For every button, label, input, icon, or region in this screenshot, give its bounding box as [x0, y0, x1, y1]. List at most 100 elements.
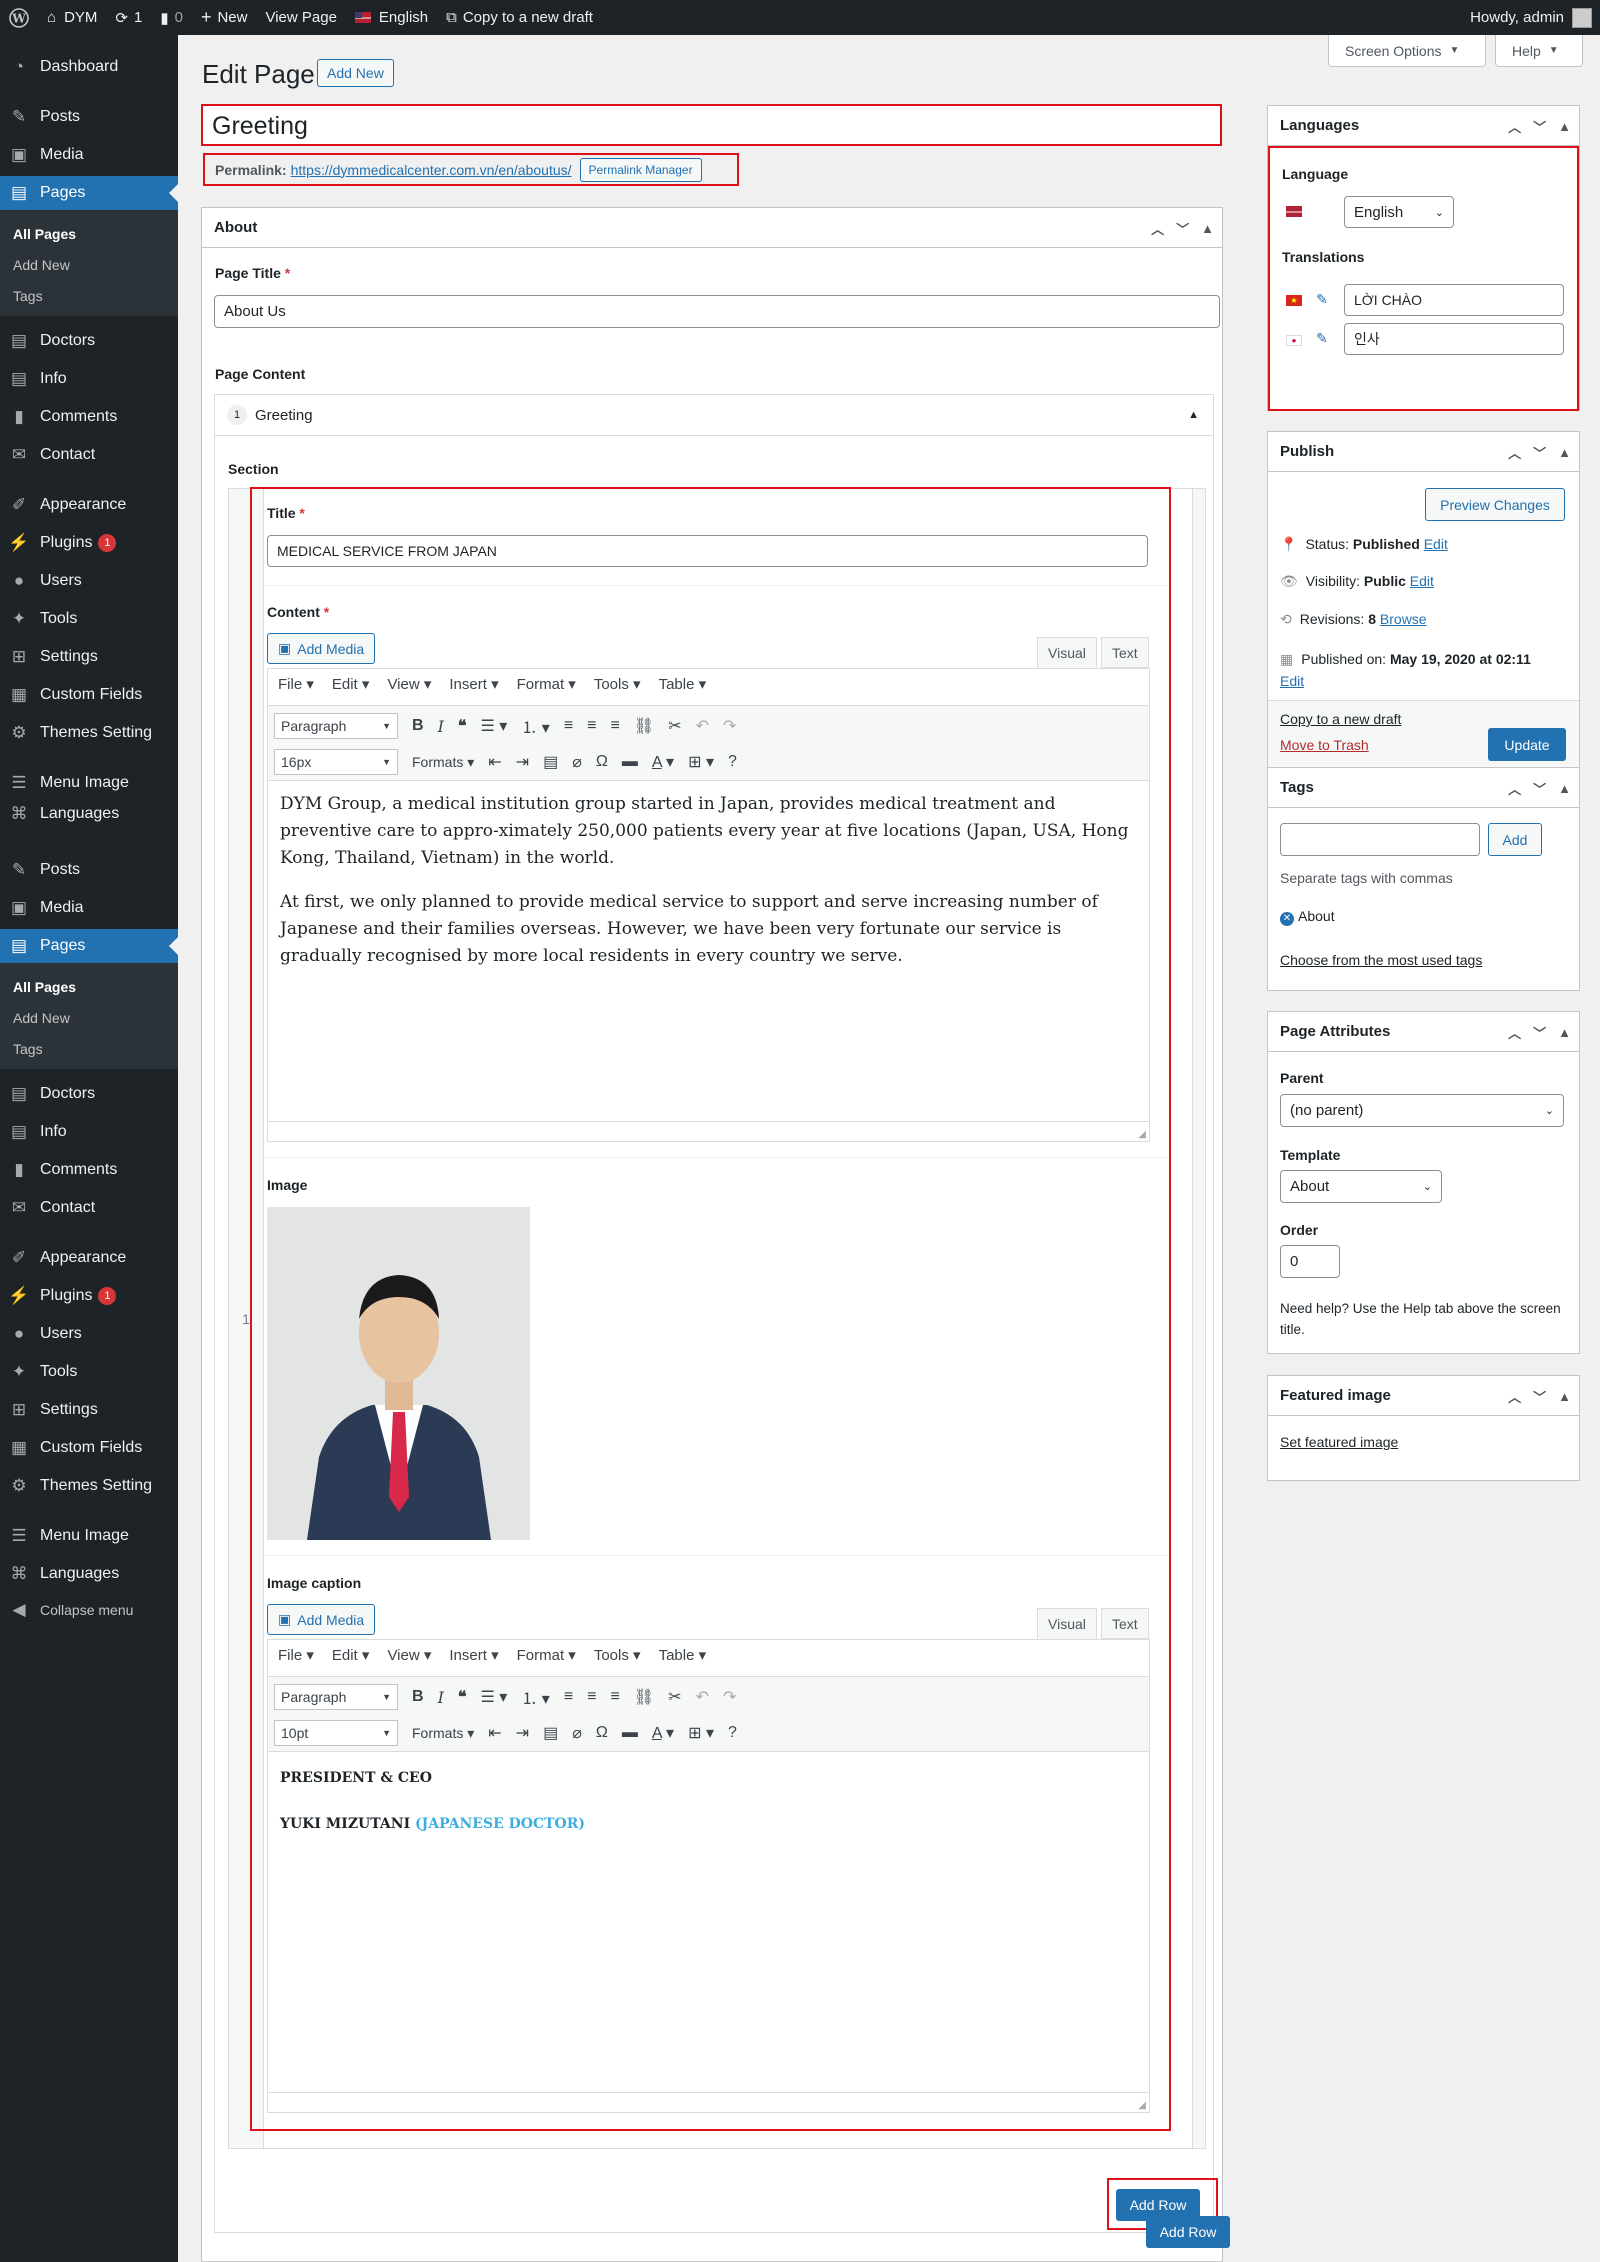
browse-revisions-link[interactable]: Browse: [1380, 611, 1427, 627]
bold-icon[interactable]: B: [412, 1688, 424, 1706]
link-icon[interactable]: ⛓: [634, 716, 654, 736]
chevron-up-icon[interactable]: ︿: [1151, 219, 1164, 238]
align-center-icon[interactable]: ≡: [587, 717, 596, 735]
menu-table[interactable]: Table ▾: [659, 1646, 707, 1664]
edit-date-link[interactable]: Edit: [1280, 673, 1304, 689]
redo-icon[interactable]: ↷: [723, 716, 736, 736]
toggle-triangle-icon[interactable]: ▲: [1558, 445, 1571, 460]
chevron-down-icon[interactable]: ﹀: [1533, 443, 1546, 462]
toggle-triangle-icon[interactable]: ▲: [1558, 1025, 1571, 1040]
hr-icon[interactable]: ▬: [622, 1724, 638, 1742]
toggle-triangle-icon[interactable]: ▲: [1201, 221, 1214, 236]
menu-menu-image[interactable]: ☰ Menu Image: [0, 766, 178, 800]
formats-dropdown[interactable]: Formats ▾: [412, 754, 474, 771]
submenu-tags[interactable]: Tags: [0, 1033, 178, 1064]
page-title-input[interactable]: About Us: [214, 295, 1220, 328]
chevron-up-icon[interactable]: ︿: [1508, 1387, 1521, 1406]
menu-pages-2[interactable]: ▤ Pages: [0, 929, 178, 963]
parent-select[interactable]: (no parent) ⌄: [1280, 1094, 1564, 1127]
help-tab[interactable]: Help ▼: [1495, 35, 1583, 67]
help-icon[interactable]: ?: [728, 1724, 737, 1742]
paste-icon[interactable]: ▤: [543, 1723, 558, 1743]
edit-status-link[interactable]: Edit: [1424, 536, 1448, 552]
menu-insert[interactable]: Insert ▾: [449, 1646, 498, 1664]
clear-format-icon[interactable]: ⌀: [572, 752, 582, 772]
menu-doctors-2[interactable]: ▤ Doctors: [0, 1077, 178, 1111]
chevron-down-icon[interactable]: ﹀: [1176, 219, 1189, 238]
screen-options-tab[interactable]: Screen Options ▼: [1328, 35, 1486, 67]
chevron-down-icon[interactable]: ﹀: [1533, 1023, 1546, 1042]
menu-contact[interactable]: ✉ Contact: [0, 438, 178, 472]
visual-tab[interactable]: Visual: [1037, 637, 1097, 668]
menu-media-2[interactable]: ▣ Media: [0, 891, 178, 925]
row-title-input[interactable]: MEDICAL SERVICE FROM JAPAN: [267, 535, 1148, 567]
caption-text-tab[interactable]: Text: [1101, 1608, 1149, 1639]
numbered-list-icon[interactable]: ⒈ ▾: [521, 1685, 549, 1709]
add-row-outer-button[interactable]: Add Row: [1146, 2216, 1230, 2248]
move-to-trash-link[interactable]: Move to Trash: [1280, 737, 1369, 753]
align-center-icon[interactable]: ≡: [587, 1688, 596, 1706]
copy-draft-link[interactable]: Copy to a new draft: [1280, 711, 1401, 727]
table-icon[interactable]: ⊞ ▾: [688, 752, 714, 772]
menu-info[interactable]: ▤ Info: [0, 362, 178, 396]
omega-icon[interactable]: Ω: [596, 1724, 608, 1742]
new-tag-input[interactable]: [1280, 823, 1480, 856]
font-size-select[interactable]: 10pt ▼: [274, 1720, 398, 1746]
menu-tools[interactable]: Tools ▾: [594, 675, 641, 693]
chevron-up-icon[interactable]: ︿: [1508, 117, 1521, 136]
preview-changes-button[interactable]: Preview Changes: [1425, 488, 1565, 521]
permalink-url-link[interactable]: https://dymmedicalcenter.com.vn/en/about…: [291, 162, 572, 178]
menu-dashboard[interactable]: ◔ Dashboard: [0, 50, 178, 84]
formats-dropdown[interactable]: Formats ▾: [412, 1725, 474, 1742]
menu-plugins-2[interactable]: ⚡ Plugins 1: [0, 1279, 178, 1313]
chevron-up-icon[interactable]: ︿: [1508, 1023, 1521, 1042]
menu-contact-2[interactable]: ✉ Contact: [0, 1191, 178, 1225]
align-right-icon[interactable]: ≡: [611, 717, 620, 735]
submenu-all-pages[interactable]: All Pages: [0, 971, 178, 1002]
block-format-select[interactable]: Paragraph ▼: [274, 713, 398, 739]
italic-icon[interactable]: I: [438, 717, 444, 736]
quote-icon[interactable]: ❝: [458, 1687, 467, 1707]
add-new-page-button[interactable]: Add New: [317, 59, 394, 87]
block-format-select[interactable]: Paragraph ▼: [274, 1684, 398, 1710]
omega-icon[interactable]: Ω: [596, 753, 608, 771]
menu-tools[interactable]: Tools ▾: [594, 1646, 641, 1664]
content-editor-body[interactable]: DYM Group, a medical institution group s…: [280, 791, 1140, 970]
layout-handle[interactable]: 1 Greeting ▲: [215, 395, 1213, 436]
text-tab[interactable]: Text: [1101, 637, 1149, 668]
order-input[interactable]: 0: [1280, 1245, 1340, 1278]
clear-format-icon[interactable]: ⌀: [572, 1723, 582, 1743]
align-left-icon[interactable]: ≡: [564, 717, 573, 735]
language-select[interactable]: English ⌄: [1344, 196, 1454, 228]
bullet-list-icon[interactable]: ☰ ▾: [481, 1687, 508, 1707]
menu-file[interactable]: File ▾: [278, 1646, 314, 1664]
align-left-icon[interactable]: ≡: [564, 1688, 573, 1706]
collapse-menu-button[interactable]: ◀ Collapse menu: [0, 1593, 178, 1627]
text-color-icon[interactable]: A ▾: [652, 752, 674, 772]
chevron-up-icon[interactable]: ︿: [1508, 779, 1521, 798]
chevron-up-icon[interactable]: ︿: [1508, 443, 1521, 462]
submenu-add-new[interactable]: Add New: [0, 249, 178, 280]
caption-editor-body[interactable]: PRESIDENT & CEO YUKI MIZUTANI (JAPANESE …: [280, 1768, 1140, 1834]
caption-add-media-button[interactable]: ▣ Add Media: [267, 1604, 376, 1635]
menu-pages[interactable]: ▤ Pages: [0, 176, 178, 210]
unlink-icon[interactable]: ✂: [668, 716, 681, 736]
help-icon[interactable]: ?: [728, 753, 737, 771]
menu-languages-clipped[interactable]: ⌘ Languages: [0, 802, 178, 826]
site-name-link[interactable]: ⌂ DYM: [38, 0, 106, 35]
menu-themes-setting[interactable]: ⚙ Themes Setting: [0, 716, 178, 750]
quote-icon[interactable]: ❝: [458, 716, 467, 736]
template-select[interactable]: About ⌄: [1280, 1170, 1442, 1203]
caption-visual-tab[interactable]: Visual: [1037, 1608, 1097, 1639]
view-page-link[interactable]: View Page: [256, 0, 345, 35]
menu-tools[interactable]: ✦ Tools: [0, 602, 178, 636]
add-media-button[interactable]: ▣ Add Media: [267, 633, 376, 664]
menu-languages[interactable]: ⌘ Languages: [0, 1557, 178, 1591]
menu-view[interactable]: View ▾: [387, 675, 431, 693]
submenu-add-new[interactable]: Add New: [0, 1002, 178, 1033]
chevron-down-icon[interactable]: ﹀: [1533, 117, 1546, 136]
edit-pencil-icon[interactable]: ✎: [1316, 291, 1328, 308]
bullet-list-icon[interactable]: ☰ ▾: [481, 716, 508, 736]
table-icon[interactable]: ⊞ ▾: [688, 1723, 714, 1743]
submenu-tags[interactable]: Tags: [0, 280, 178, 311]
